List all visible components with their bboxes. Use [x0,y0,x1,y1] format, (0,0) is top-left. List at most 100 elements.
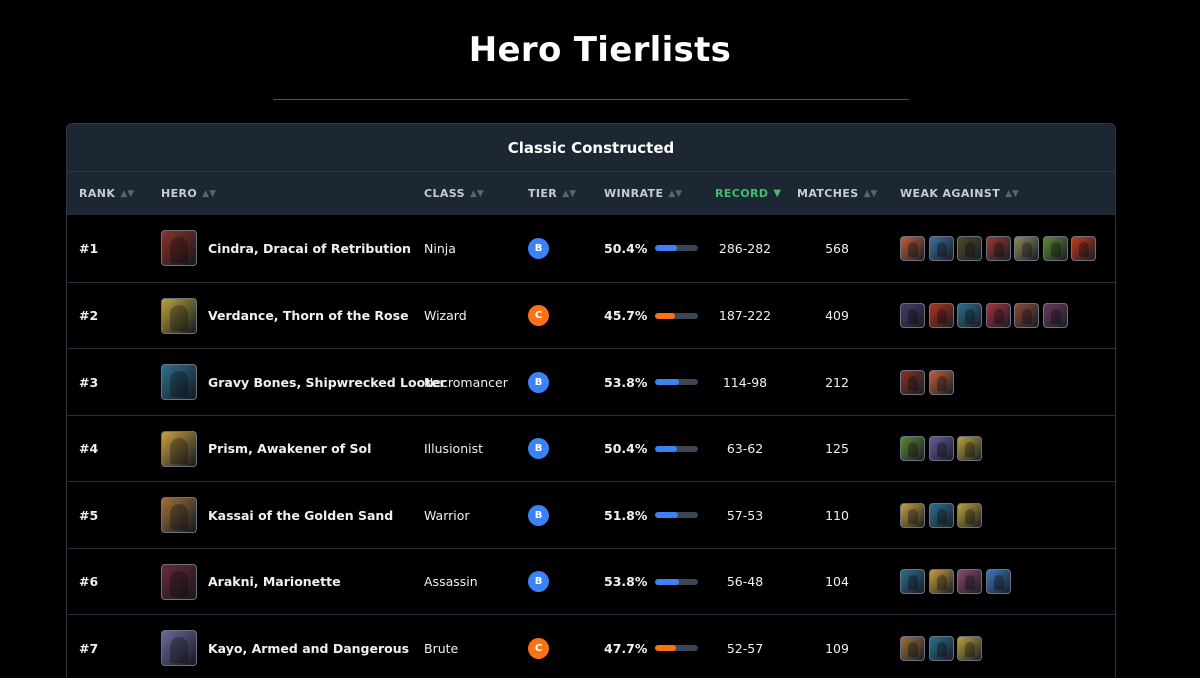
counter-hero-icon[interactable] [900,369,925,395]
counter-hero-icon[interactable] [928,235,954,261]
hero-name[interactable]: Kayo, Armed and Dangerous [208,641,409,656]
tier-badge: C [528,637,549,659]
counter-hero-icon[interactable] [985,569,1011,594]
rank-cell: #6 [79,574,99,589]
table-header: RANK ▲▼ HERO ▲▼ CLASS ▲▼ TIER ▲▼ WINRATE ▲▼ R… [67,172,1115,215]
hero-cell[interactable]: Prism, Awakener of Sol [161,416,371,482]
rank-cell: #4 [79,441,99,456]
counter-hero-icon[interactable] [957,569,982,594]
counter-hero-icon[interactable] [900,635,925,661]
counter-hero-icon[interactable] [957,635,982,661]
counter-hero-icon[interactable] [1042,303,1068,328]
rank-cell: #7 [79,640,99,656]
counter-hero-icon[interactable] [957,502,982,528]
page-title: Hero Tierlists [468,30,732,70]
counter-hero-icon[interactable] [928,502,954,528]
counter-hero-icon[interactable] [957,303,982,328]
tier-badge: B [528,371,549,393]
weak-against-cell [900,349,957,415]
counter-hero-icon[interactable] [928,436,954,461]
winrate-value: 53.8% [604,574,648,589]
tier-cell: B [528,416,549,482]
hero-cell[interactable]: Verdance, Thorn of the Rose [161,283,409,349]
column-label: CLASS [424,187,465,200]
counter-hero-icon[interactable] [1071,235,1096,261]
table-row[interactable]: #6 Arakni, Marionette Assassin B 53.8% 56-48 1… [67,547,1115,615]
table-row[interactable]: #1 Cindra, Dracai of Retribution Ninja B 50.… [67,215,1115,282]
table-row[interactable]: #3 Gravy Bones, Shipwrecked Looter Necroma… [67,348,1115,415]
hero-name[interactable]: Arakni, Marionette [208,574,341,589]
matches-cell: 109 [825,640,849,656]
winrate-value: 47.7% [604,640,648,656]
tier-badge: B [528,504,549,526]
table-row[interactable]: #5 Kassai of the Golden Sand Warrior B 51.8%… [67,481,1115,548]
weak-against-cell [900,482,986,548]
table-row[interactable]: #2 Verdance, Thorn of the Rose Wizard C 45.7… [67,281,1115,349]
counter-hero-icon[interactable] [985,235,1011,261]
matches-cell: 409 [825,308,849,323]
counter-hero-icon[interactable] [1042,235,1068,261]
hero-portrait-icon [161,297,197,334]
column-label: HERO [161,187,198,200]
column-header-tier[interactable]: TIER ▲▼ [528,172,576,215]
hero-name[interactable]: Cindra, Dracai of Retribution [208,241,411,256]
tier-cell: B [528,215,549,281]
winrate-bar-fill [655,379,679,385]
hero-name[interactable]: Verdance, Thorn of the Rose [208,308,409,323]
column-header-class[interactable]: CLASS ▲▼ [424,172,484,215]
column-header-rank[interactable]: RANK ▲▼ [79,172,134,215]
hero-name[interactable]: Prism, Awakener of Sol [208,441,371,456]
counter-hero-icon[interactable] [985,303,1011,328]
counter-hero-icon[interactable] [957,235,982,261]
hero-cell[interactable]: Gravy Bones, Shipwrecked Looter [161,349,446,415]
winrate-bar [655,645,699,651]
table-row[interactable]: #4 Prism, Awakener of Sol Illusionist B 50.4… [67,414,1115,482]
counter-hero-icon[interactable] [928,303,954,328]
counter-hero-icon[interactable] [900,303,925,328]
counter-hero-icon[interactable] [957,436,982,461]
tier-badge: C [528,305,549,326]
hero-portrait-icon [161,230,197,266]
winrate-bar-fill [655,445,678,452]
column-label: RECORD [715,187,769,200]
tier-cell: C [528,283,549,349]
record-cell: 63-62 [726,441,764,456]
rank-cell: #1 [79,240,99,256]
hero-portrait-icon [161,630,197,666]
counter-hero-icon[interactable] [900,436,925,461]
counter-hero-icon[interactable] [1014,235,1039,261]
column-header-matches[interactable]: MATCHES ▲▼ [797,172,877,215]
hero-cell[interactable]: Kayo, Armed and Dangerous [161,615,409,678]
hero-name[interactable]: Kassai of the Golden Sand [208,508,393,523]
weak-against-cell [900,549,1014,615]
counter-hero-icon[interactable] [900,502,925,528]
counter-hero-icon[interactable] [1014,303,1039,328]
counter-hero-icon[interactable] [928,635,954,661]
column-header-hero[interactable]: HERO ▲▼ [161,172,216,215]
sort-arrows-icon: ▲▼ [863,188,878,199]
winrate-value: 50.4% [604,240,648,256]
counter-hero-icon[interactable] [928,569,954,594]
table-title: Classic Constructed [67,124,1115,172]
column-header-winrate[interactable]: WINRATE ▲▼ [604,172,682,215]
winrate-bar-fill [655,512,678,518]
column-header-weak-against[interactable]: WEAK AGAINST ▲▼ [900,172,1019,215]
hero-portrait-icon [161,364,197,400]
tier-badge: B [528,571,549,592]
matches-cell: 125 [825,441,849,456]
table-row[interactable]: #7 Kayo, Armed and Dangerous Brute C 47.7% 52… [67,614,1115,678]
hero-cell[interactable]: Cindra, Dracai of Retribution [161,215,411,281]
rank-cell: #2 [79,308,99,323]
column-header-record[interactable]: RECORD ▼ [715,172,781,215]
counter-hero-icon[interactable] [900,235,925,261]
hero-cell[interactable]: Arakni, Marionette [161,549,341,615]
counter-hero-icon[interactable] [900,569,925,594]
hero-name[interactable]: Gravy Bones, Shipwrecked Looter [208,375,446,390]
hero-portrait-icon [161,497,197,533]
winrate-bar [655,445,699,452]
winrate-bar [655,379,699,385]
winrate-value: 45.7% [604,308,648,323]
hero-cell[interactable]: Kassai of the Golden Sand [161,482,393,548]
winrate-cell: 50.4% [604,215,699,281]
counter-hero-icon[interactable] [928,369,954,395]
